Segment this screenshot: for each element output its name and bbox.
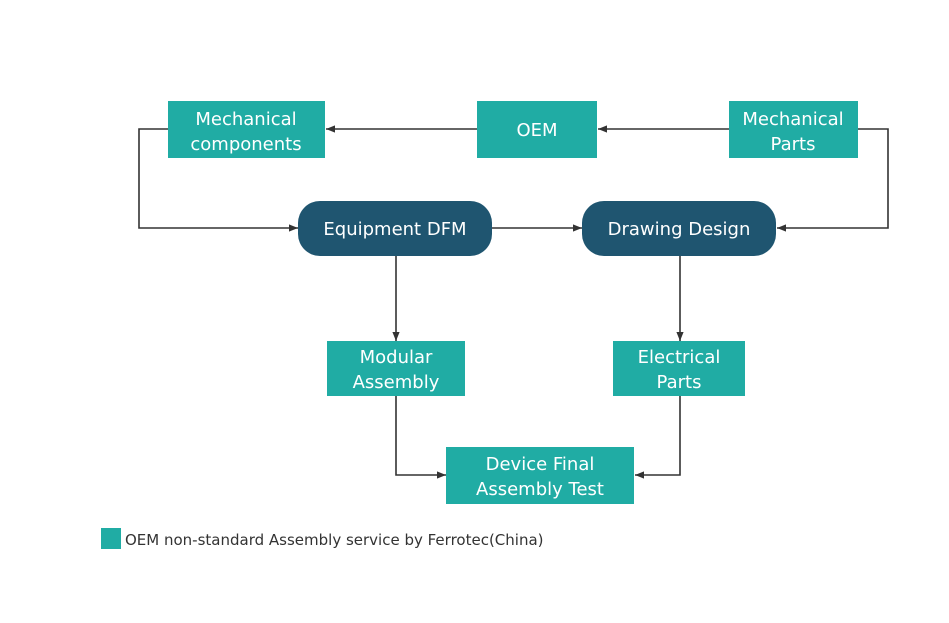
node-electrical-parts: Electrical Parts (613, 341, 745, 396)
node-label: Assembly Test (476, 479, 604, 500)
node-device-final-assembly-test: Device Final Assembly Test (446, 447, 634, 504)
node-label: Device Final (486, 454, 595, 475)
node-mechanical-parts: Mechanical Parts (729, 101, 858, 158)
legend-swatch (101, 528, 121, 549)
node-label: components (190, 134, 301, 155)
node-oem: OEM (477, 101, 597, 158)
node-label: Assembly (353, 372, 440, 393)
node-drawing-design: Drawing Design (582, 201, 776, 256)
node-label: Mechanical (742, 109, 843, 130)
node-label: Equipment DFM (323, 219, 466, 240)
connector-modular-to-final (395, 396, 446, 479)
legend: OEM non-standard Assembly service by Fer… (101, 528, 544, 549)
node-label: Mechanical (195, 109, 296, 130)
node-label: Electrical (638, 347, 721, 368)
flow-diagram: Mechanical components OEM Mechanical Par… (101, 101, 889, 549)
node-label: Parts (657, 372, 702, 393)
node-equipment-dfm: Equipment DFM (298, 201, 492, 256)
node-label: Modular (360, 347, 433, 368)
node-label: Parts (771, 134, 816, 155)
legend-label: OEM non-standard Assembly service by Fer… (125, 531, 544, 549)
node-mechanical-components: Mechanical components (168, 101, 325, 158)
node-label: Drawing Design (608, 219, 751, 240)
node-label: OEM (516, 120, 557, 141)
node-modular-assembly: Modular Assembly (327, 341, 465, 396)
connector-electrical-to-final (635, 396, 681, 479)
